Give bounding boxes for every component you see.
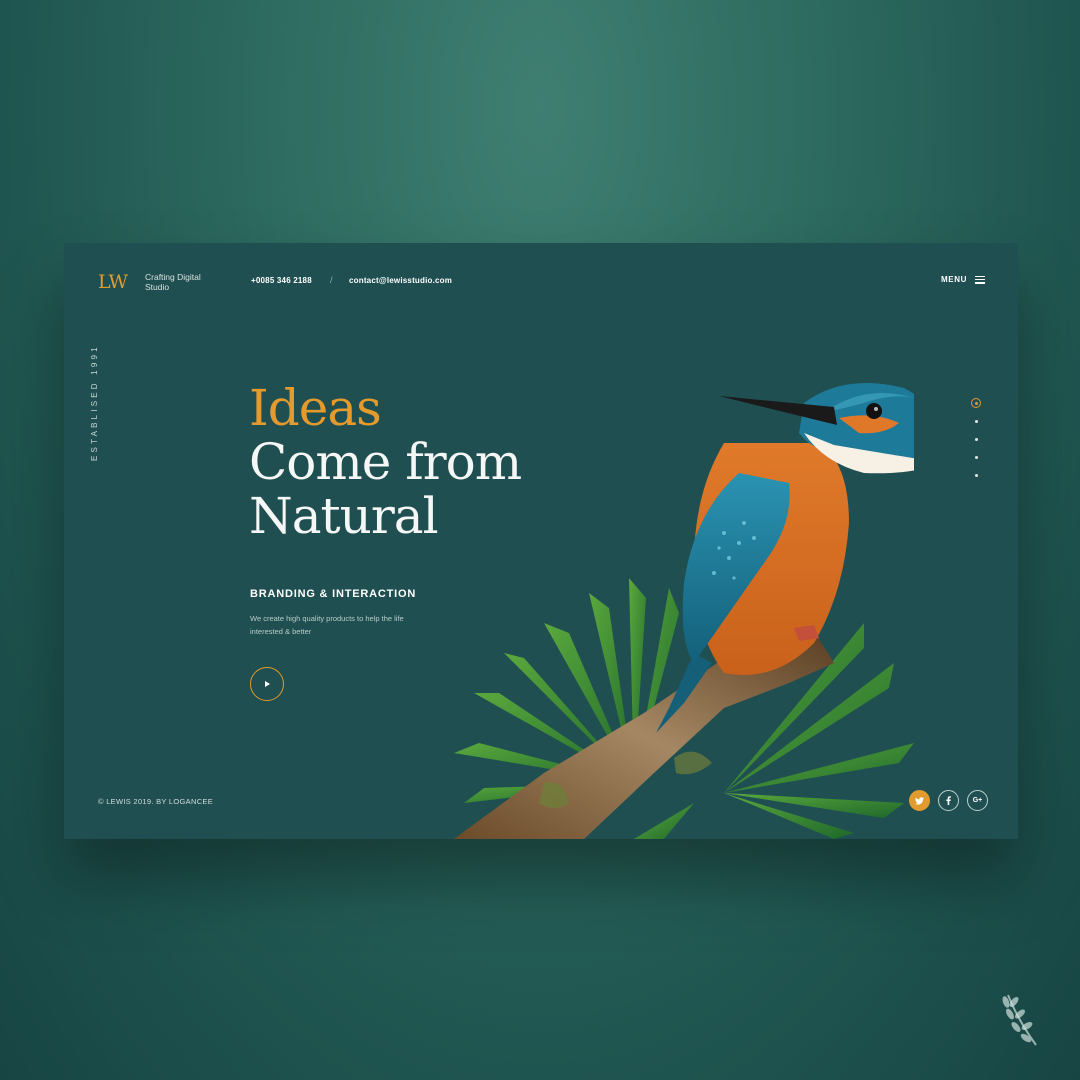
twitter-icon[interactable] <box>909 790 930 811</box>
slide-dot-active[interactable] <box>971 398 981 408</box>
hero-card: LW Crafting Digital Studio +0085 346 218… <box>64 243 1018 839</box>
slide-dot[interactable] <box>974 456 978 459</box>
hamburger-icon <box>975 275 985 284</box>
facebook-icon[interactable] <box>938 790 959 811</box>
header-separator: / <box>330 275 333 285</box>
social-links: G+ <box>909 790 988 811</box>
menu-label: MENU <box>941 275 967 284</box>
slide-dot[interactable] <box>974 474 978 477</box>
slide-dot[interactable] <box>974 420 978 423</box>
copyright: © LEWIS 2019. BY LOGANCEE <box>98 797 214 806</box>
play-icon <box>265 681 270 687</box>
description: We create high quality products to help … <box>250 614 404 636</box>
kingfisher-image <box>454 383 914 839</box>
slide-indicator <box>970 398 982 492</box>
laurel-icon <box>1002 994 1037 1046</box>
phone-link[interactable]: +0085 346 2188 <box>251 276 312 285</box>
google-plus-icon[interactable]: G+ <box>967 790 988 811</box>
subheading: BRANDING & INTERACTION <box>250 588 417 600</box>
tagline: Crafting Digital Studio <box>145 272 201 292</box>
established-label: ESTABLISED 1991 <box>90 344 99 461</box>
email-link[interactable]: contact@lewisstudio.com <box>349 276 452 285</box>
google-plus-glyph: G+ <box>972 797 983 804</box>
slide-dot[interactable] <box>974 438 978 441</box>
logo[interactable]: LW <box>98 271 128 293</box>
menu-button[interactable]: MENU <box>941 275 985 284</box>
play-button[interactable] <box>250 667 284 701</box>
